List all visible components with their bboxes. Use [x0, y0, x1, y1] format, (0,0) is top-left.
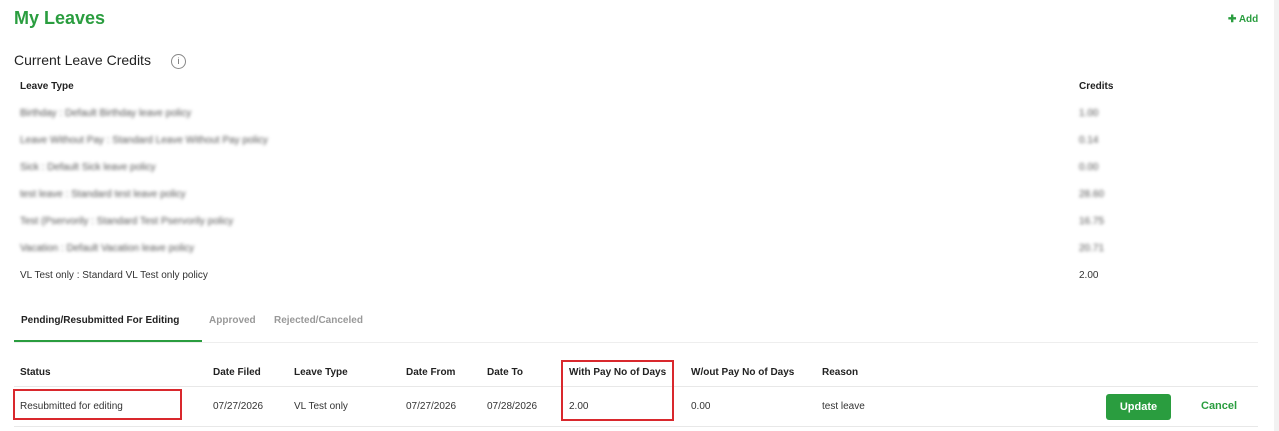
- tab-approved[interactable]: Approved: [209, 315, 256, 326]
- credit-value: 1.00: [1079, 108, 1099, 119]
- col-date-to: Date To: [487, 367, 523, 378]
- scrollbar[interactable]: [1274, 0, 1279, 431]
- row-date-from: 07/27/2026: [406, 401, 457, 412]
- row-divider: [14, 426, 1258, 427]
- credits-col-credits: Credits: [1079, 81, 1114, 92]
- credit-value: 0.14: [1079, 135, 1099, 146]
- col-reason: Reason: [822, 367, 859, 378]
- credit-leave-type: Sick : Default Sick leave policy: [20, 162, 156, 173]
- tab-rejected[interactable]: Rejected/Canceled: [274, 315, 363, 326]
- update-button[interactable]: Update: [1106, 394, 1171, 420]
- add-label: Add: [1238, 14, 1259, 25]
- with-pay-highlight-box: [561, 360, 674, 421]
- plus-icon: ✚: [1228, 14, 1237, 25]
- credits-section-title: Current Leave Credits: [14, 52, 151, 68]
- col-leave-type: Leave Type: [294, 367, 348, 378]
- tab-pending[interactable]: Pending/Resubmitted For Editing: [21, 315, 179, 326]
- credit-leave-type: Vacation : Default Vacation leave policy: [20, 243, 195, 254]
- credit-value: 28.60: [1079, 189, 1105, 200]
- row-date-filed: 07/27/2026: [213, 401, 264, 412]
- credit-value: 2.00: [1079, 270, 1099, 281]
- credit-leave-type: Birthday : Default Birthday leave policy: [20, 108, 192, 119]
- row-reason: test leave: [822, 401, 865, 412]
- col-date-from: Date From: [406, 367, 456, 378]
- credit-value: 16.75: [1079, 216, 1105, 227]
- status-highlight-box: [13, 389, 182, 420]
- add-button[interactable]: ✚ Add: [1228, 14, 1258, 25]
- credit-value: 20.71: [1079, 243, 1105, 254]
- col-without-pay: W/out Pay No of Days: [691, 367, 795, 378]
- row-without-pay: 0.00: [691, 401, 711, 412]
- credit-leave-type: VL Test only : Standard VL Test only pol…: [20, 270, 208, 281]
- credit-leave-type: Test (Pservorily : Standard Test Pservor…: [20, 216, 234, 227]
- active-tab-indicator: [14, 340, 202, 342]
- credit-value: 0.00: [1079, 162, 1099, 173]
- row-date-to: 07/28/2026: [487, 401, 538, 412]
- credit-leave-type: test leave : Standard test leave policy: [20, 189, 186, 200]
- info-icon[interactable]: i: [171, 54, 186, 69]
- credits-col-leave-type: Leave Type: [20, 81, 74, 92]
- credit-leave-type: Leave Without Pay : Standard Leave Witho…: [20, 135, 268, 146]
- cancel-link[interactable]: Cancel: [1201, 400, 1237, 412]
- tab-divider: [14, 342, 1258, 343]
- col-date-filed: Date Filed: [213, 367, 261, 378]
- page-title: My Leaves: [14, 8, 106, 28]
- row-leave-type: VL Test only: [294, 401, 348, 412]
- col-status: Status: [20, 367, 51, 378]
